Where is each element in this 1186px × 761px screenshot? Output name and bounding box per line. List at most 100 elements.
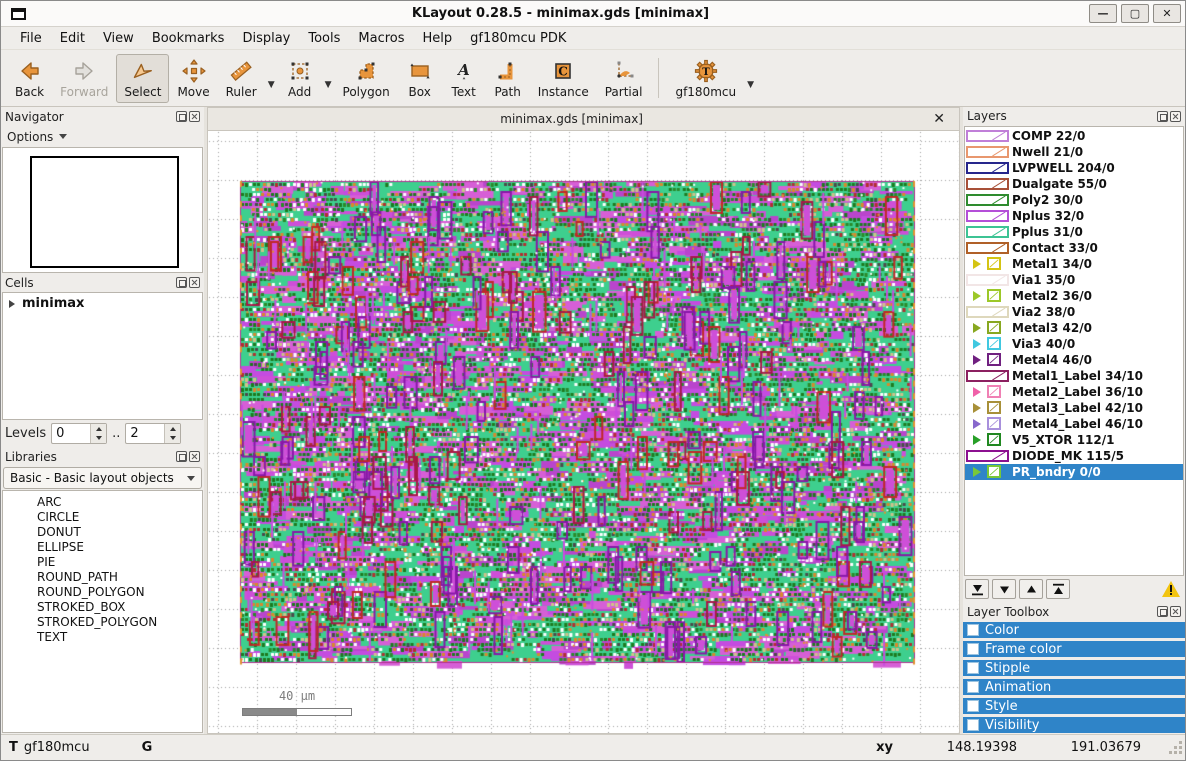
- layer-style-swatch[interactable]: [966, 242, 1009, 254]
- layer-row-dualgate[interactable]: Dualgate 55/0: [965, 176, 1183, 192]
- levels-from-spinner[interactable]: 0: [51, 423, 107, 444]
- layer-row-metal2[interactable]: Metal2 36/0: [965, 288, 1183, 304]
- layer-row-metal1[interactable]: Metal1 34/0: [965, 256, 1183, 272]
- library-item-arc[interactable]: ARC: [37, 495, 202, 510]
- move-layer-top-button[interactable]: [1046, 579, 1070, 599]
- cell-item-minimax[interactable]: minimax: [3, 295, 202, 312]
- move-layer-bottom-button[interactable]: [965, 579, 989, 599]
- toolbox-row-animation[interactable]: Animation: [963, 679, 1185, 695]
- chevron-down-icon[interactable]: ▼: [265, 80, 278, 90]
- layer-style-swatch[interactable]: [987, 433, 1001, 446]
- layer-style-swatch[interactable]: [987, 353, 1001, 366]
- float-panel-icon[interactable]: [1157, 111, 1168, 122]
- float-panel-icon[interactable]: [1157, 606, 1168, 617]
- float-panel-icon[interactable]: [176, 111, 187, 122]
- library-select[interactable]: Basic - Basic layout objects: [3, 467, 202, 489]
- layer-style-swatch[interactable]: [966, 226, 1009, 238]
- navigator-options-dropdown[interactable]: Options: [1, 126, 204, 147]
- library-item-text[interactable]: TEXT: [37, 630, 202, 645]
- box-button[interactable]: Box: [398, 54, 442, 103]
- layer-style-swatch[interactable]: [987, 337, 1001, 350]
- menu-bookmarks[interactable]: Bookmarks: [143, 29, 234, 48]
- menu-tools[interactable]: Tools: [299, 29, 349, 48]
- layer-row-metal4_label[interactable]: Metal4_Label 46/10: [965, 416, 1183, 432]
- close-panel-icon[interactable]: [1170, 111, 1181, 122]
- layer-style-swatch[interactable]: [966, 370, 1009, 382]
- layer-row-v5_xtor[interactable]: V5_XTOR 112/1: [965, 432, 1183, 448]
- menu-display[interactable]: Display: [233, 29, 299, 48]
- layer-style-swatch[interactable]: [966, 306, 1009, 318]
- layer-style-swatch[interactable]: [966, 450, 1009, 462]
- layer-style-swatch[interactable]: [987, 417, 1001, 430]
- select-button[interactable]: Select: [116, 54, 169, 103]
- chevron-down-icon[interactable]: ▼: [322, 80, 335, 90]
- layer-style-swatch[interactable]: [987, 385, 1001, 398]
- layer-row-metal3[interactable]: Metal3 42/0: [965, 320, 1183, 336]
- layer-style-swatch[interactable]: [966, 210, 1009, 222]
- layer-row-via2[interactable]: Via2 38/0: [965, 304, 1183, 320]
- text-button[interactable]: AText: [442, 54, 486, 103]
- close-panel-icon[interactable]: [1170, 606, 1181, 617]
- chevron-down-icon[interactable]: ▼: [744, 80, 757, 90]
- layout-viewport[interactable]: 40 µm: [207, 131, 960, 734]
- add-button[interactable]: Add: [278, 54, 322, 103]
- checkbox[interactable]: [967, 681, 979, 693]
- float-panel-icon[interactable]: [176, 451, 187, 462]
- checkbox[interactable]: [967, 700, 979, 712]
- move-button[interactable]: Move: [169, 54, 217, 103]
- layer-style-swatch[interactable]: [966, 130, 1009, 142]
- menu-macros[interactable]: Macros: [349, 29, 413, 48]
- maximize-button[interactable]: ▢: [1121, 4, 1149, 23]
- layer-style-swatch[interactable]: [987, 401, 1001, 414]
- layer-style-swatch[interactable]: [966, 274, 1009, 286]
- layer-row-metal2_label[interactable]: Metal2_Label 36/10: [965, 384, 1183, 400]
- spinner-arrows[interactable]: [90, 424, 106, 443]
- instance-button[interactable]: CInstance: [530, 54, 597, 103]
- library-item-donut[interactable]: DONUT: [37, 525, 202, 540]
- partial-button[interactable]: Partial: [597, 54, 651, 103]
- levels-to-spinner[interactable]: 2: [125, 423, 181, 444]
- menu-help[interactable]: Help: [414, 29, 462, 48]
- checkbox[interactable]: [967, 662, 979, 674]
- float-panel-icon[interactable]: [176, 277, 187, 288]
- ruler-button[interactable]: Ruler: [218, 54, 265, 103]
- layer-row-via1[interactable]: Via1 35/0: [965, 272, 1183, 288]
- close-panel-icon[interactable]: [189, 277, 200, 288]
- toolbox-row-visibility[interactable]: Visibility: [963, 717, 1185, 733]
- back-button[interactable]: Back: [7, 54, 52, 103]
- minimize-button[interactable]: —: [1089, 4, 1117, 23]
- toolbox-row-stipple[interactable]: Stipple: [963, 660, 1185, 676]
- layer-row-nwell[interactable]: Nwell 21/0: [965, 144, 1183, 160]
- warning-icon[interactable]: [1161, 581, 1181, 598]
- layer-row-metal1_label[interactable]: Metal1_Label 34/10: [965, 368, 1183, 384]
- layout-canvas[interactable]: [208, 131, 960, 733]
- layer-row-pr_bndry[interactable]: PR_bndry 0/0: [965, 464, 1183, 480]
- checkbox[interactable]: [967, 624, 979, 636]
- layer-row-nplus[interactable]: Nplus 32/0: [965, 208, 1183, 224]
- gf180mcu-button[interactable]: Tgf180mcu: [667, 54, 744, 103]
- view-tab[interactable]: minimax.gds [minimax] ✕: [207, 107, 960, 131]
- layer-row-comp[interactable]: COMP 22/0: [965, 128, 1183, 144]
- menu-gf180mcu-pdk[interactable]: gf180mcu PDK: [461, 29, 575, 48]
- library-item-pie[interactable]: PIE: [37, 555, 202, 570]
- toolbox-row-style[interactable]: Style: [963, 698, 1185, 714]
- library-item-round_polygon[interactable]: ROUND_POLYGON: [37, 585, 202, 600]
- layer-row-contact[interactable]: Contact 33/0: [965, 240, 1183, 256]
- toolbox-row-color[interactable]: Color: [963, 622, 1185, 638]
- menu-file[interactable]: File: [11, 29, 51, 48]
- layer-style-swatch[interactable]: [987, 257, 1001, 270]
- close-button[interactable]: ✕: [1153, 4, 1181, 23]
- menu-edit[interactable]: Edit: [51, 29, 94, 48]
- library-item-stroked_polygon[interactable]: STROKED_POLYGON: [37, 615, 202, 630]
- layer-row-via3[interactable]: Via3 40/0: [965, 336, 1183, 352]
- layer-row-pplus[interactable]: Pplus 31/0: [965, 224, 1183, 240]
- close-panel-icon[interactable]: [189, 111, 200, 122]
- spinner-arrows[interactable]: [164, 424, 180, 443]
- layer-style-swatch[interactable]: [987, 289, 1001, 302]
- checkbox[interactable]: [967, 719, 979, 731]
- move-layer-up-button[interactable]: [1019, 579, 1043, 599]
- move-layer-down-button[interactable]: [992, 579, 1016, 599]
- path-button[interactable]: Path: [486, 54, 530, 103]
- library-item-round_path[interactable]: ROUND_PATH: [37, 570, 202, 585]
- library-item-ellipse[interactable]: ELLIPSE: [37, 540, 202, 555]
